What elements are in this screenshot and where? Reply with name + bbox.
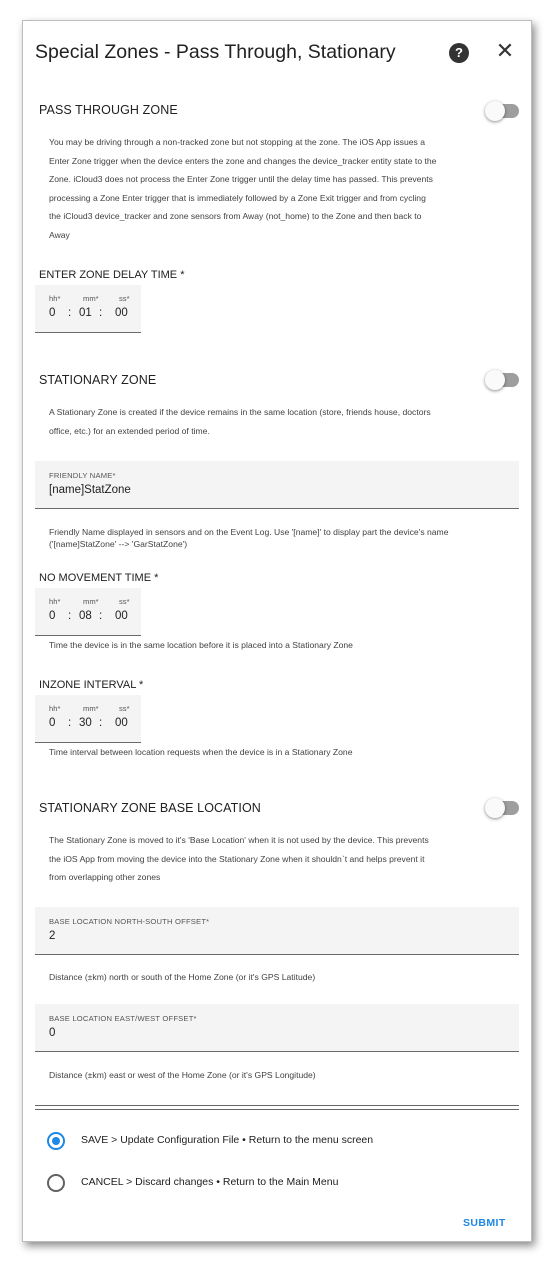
stationary-zone-toggle[interactable] bbox=[485, 370, 519, 390]
cancel-radio[interactable] bbox=[47, 1174, 65, 1192]
base-location-description: The Stationary Zone is moved to it's 'Ba… bbox=[49, 831, 509, 887]
hours-value[interactable]: 0 bbox=[49, 717, 55, 729]
hours-label: hh* bbox=[49, 704, 61, 713]
base-location-toggle[interactable] bbox=[485, 798, 519, 818]
friendly-name-label: FRIENDLY NAME* bbox=[49, 471, 116, 480]
save-radio[interactable] bbox=[47, 1132, 65, 1150]
pass-through-zone-toggle[interactable] bbox=[485, 101, 519, 121]
base-location-title: STATIONARY ZONE BASE LOCATION bbox=[39, 801, 261, 815]
stationary-zone-description: A Stationary Zone is created if the devi… bbox=[49, 403, 509, 441]
description-line: the iCloud3 device_tracker and zone sens… bbox=[49, 211, 422, 222]
pass-through-zone-title: PASS THROUGH ZONE bbox=[39, 103, 178, 117]
helper-line: ('[name]StatZone' --> 'GarStatZone') bbox=[49, 539, 188, 549]
ew-offset-field[interactable]: BASE LOCATION EAST/WEST OFFSET* 0 bbox=[35, 1004, 519, 1052]
no-movement-time-helper: Time the device is in the same location … bbox=[49, 640, 353, 650]
ns-offset-helper: Distance (±km) north or south of the Hom… bbox=[49, 972, 316, 982]
minutes-value[interactable]: 30 bbox=[79, 717, 92, 729]
no-movement-time-input[interactable]: hh* mm* ss* 0 : 08 : 00 bbox=[35, 588, 141, 636]
seconds-value[interactable]: 00 bbox=[115, 717, 128, 729]
time-separator: : bbox=[68, 610, 72, 622]
actions-divider bbox=[35, 1105, 519, 1110]
description-line: office, etc.) for an extended period of … bbox=[49, 426, 210, 436]
ns-offset-label: BASE LOCATION NORTH-SOUTH OFFSET* bbox=[49, 917, 210, 926]
ns-offset-value[interactable]: 2 bbox=[49, 930, 55, 942]
seconds-value[interactable]: 00 bbox=[115, 307, 128, 319]
special-zones-dialog: Special Zones - Pass Through, Stationary… bbox=[22, 20, 532, 1242]
ew-offset-value[interactable]: 0 bbox=[49, 1027, 55, 1039]
seconds-label: ss* bbox=[119, 704, 130, 713]
no-movement-time-label: NO MOVEMENT TIME * bbox=[39, 572, 159, 584]
ns-offset-field[interactable]: BASE LOCATION NORTH-SOUTH OFFSET* 2 bbox=[35, 907, 519, 955]
time-separator: : bbox=[68, 307, 72, 319]
hours-value[interactable]: 0 bbox=[49, 610, 55, 622]
submit-button[interactable]: SUBMIT bbox=[463, 1217, 506, 1229]
ew-offset-helper: Distance (±km) east or west of the Home … bbox=[49, 1070, 316, 1080]
toggle-thumb bbox=[485, 370, 505, 390]
description-line: Away bbox=[49, 229, 70, 240]
stationary-zone-title: STATIONARY ZONE bbox=[39, 373, 157, 387]
description-line: The Stationary Zone is moved to it's 'Ba… bbox=[49, 835, 429, 845]
close-icon[interactable]: ✕ bbox=[493, 39, 517, 63]
hours-label: hh* bbox=[49, 597, 61, 606]
seconds-value[interactable]: 00 bbox=[115, 610, 128, 622]
toggle-thumb bbox=[485, 101, 505, 121]
friendly-name-field[interactable]: FRIENDLY NAME* [name]StatZone bbox=[35, 461, 519, 509]
description-line: You may be driving through a non-tracked… bbox=[49, 137, 425, 147]
friendly-name-helper: Friendly Name displayed in sensors and o… bbox=[49, 526, 519, 550]
description-line: Zone. iCloud3 does not process the Enter… bbox=[49, 174, 433, 185]
description-line: A Stationary Zone is created if the devi… bbox=[49, 407, 431, 417]
hours-value[interactable]: 0 bbox=[49, 307, 55, 319]
help-icon[interactable]: ? bbox=[449, 43, 469, 63]
toggle-thumb bbox=[485, 798, 505, 818]
description-line: processing a Zone Enter trigger that is … bbox=[49, 192, 426, 203]
cancel-option-label[interactable]: CANCEL > Discard changes • Return to the… bbox=[81, 1176, 338, 1188]
enter-zone-delay-input[interactable]: hh* mm* ss* 0 : 01 : 00 bbox=[35, 285, 141, 333]
seconds-label: ss* bbox=[119, 597, 130, 606]
inzone-interval-helper: Time interval between location requests … bbox=[49, 747, 353, 757]
seconds-label: ss* bbox=[119, 294, 130, 303]
minutes-label: mm* bbox=[83, 597, 99, 606]
minutes-value[interactable]: 01 bbox=[79, 307, 92, 319]
minutes-label: mm* bbox=[83, 294, 99, 303]
ew-offset-label: BASE LOCATION EAST/WEST OFFSET* bbox=[49, 1014, 197, 1023]
friendly-name-value[interactable]: [name]StatZone bbox=[49, 484, 131, 496]
inzone-interval-input[interactable]: hh* mm* ss* 0 : 30 : 00 bbox=[35, 695, 141, 743]
save-option-label[interactable]: SAVE > Update Configuration File • Retur… bbox=[81, 1134, 373, 1146]
pass-through-zone-description: You may be driving through a non-tracked… bbox=[49, 133, 509, 245]
radio-dot bbox=[52, 1137, 60, 1145]
time-separator: : bbox=[99, 610, 103, 622]
minutes-label: mm* bbox=[83, 704, 99, 713]
dialog-title: Special Zones - Pass Through, Stationary bbox=[35, 41, 396, 63]
description-line: from overlapping other zones bbox=[49, 872, 161, 883]
inzone-interval-label: INZONE INTERVAL * bbox=[39, 679, 144, 691]
minutes-value[interactable]: 08 bbox=[79, 610, 92, 622]
helper-line: Friendly Name displayed in sensors and o… bbox=[49, 527, 449, 537]
enter-zone-delay-label: ENTER ZONE DELAY TIME * bbox=[39, 269, 185, 281]
hours-label: hh* bbox=[49, 294, 61, 303]
time-separator: : bbox=[68, 717, 72, 729]
description-line: Enter Zone trigger when the device enter… bbox=[49, 155, 437, 166]
description-line: the iOS App from moving the device into … bbox=[49, 853, 425, 864]
time-separator: : bbox=[99, 717, 103, 729]
time-separator: : bbox=[99, 307, 103, 319]
